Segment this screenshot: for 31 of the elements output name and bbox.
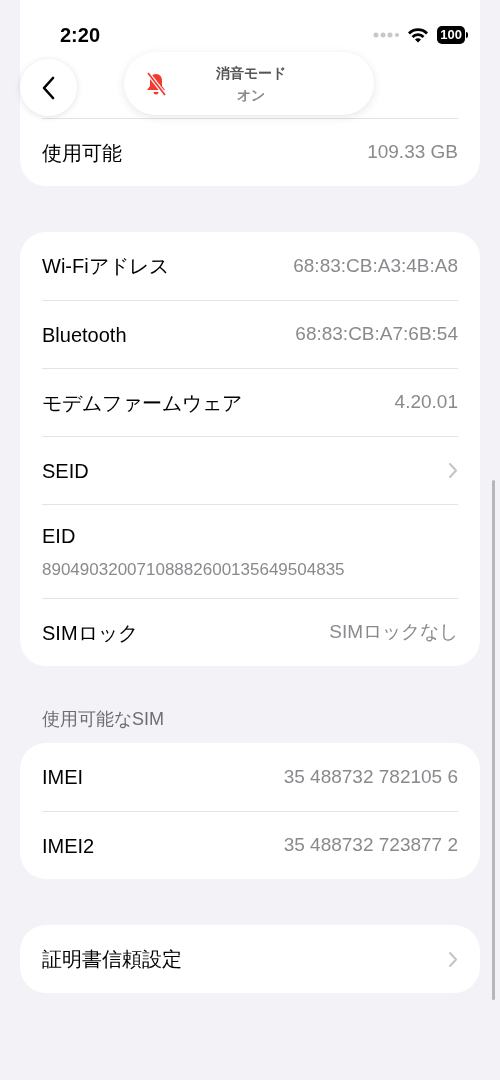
banner-title: 消音モード <box>216 63 286 83</box>
row-label: SIMロック <box>42 620 138 646</box>
back-icon <box>41 75 56 100</box>
row-label: SEID <box>42 458 89 484</box>
row-label: Bluetooth <box>42 322 127 348</box>
signal-icon <box>373 32 400 38</box>
row-value: SIMロックなし <box>329 620 458 645</box>
chevron-icon <box>448 950 458 968</box>
banner-state: オン <box>237 85 265 105</box>
row-value: 109.33 GB <box>367 140 458 165</box>
row-label: モデムファームウェア <box>42 390 242 416</box>
row-label: 証明書信頼設定 <box>42 947 182 972</box>
row-label: Wi-Fiアドレス <box>42 254 169 279</box>
row-label: IMEI2 <box>42 833 95 859</box>
row-label: IMEI <box>42 765 84 790</box>
wifi-icon <box>407 27 430 43</box>
row-value: 35 488732 782105 6 <box>283 764 458 789</box>
row-label: 使用可能 <box>42 140 122 166</box>
status-time: 2:20 <box>60 23 101 48</box>
row-value: 68:83:CB:A7:6B:54 <box>295 322 458 347</box>
section-header: 使用可能なSIM <box>42 709 164 729</box>
row-value: 4.20.01 <box>394 390 458 415</box>
row-label: EID <box>42 523 77 549</box>
bell-muted-icon <box>144 70 168 97</box>
list-row[interactable]: SEID <box>42 436 458 504</box>
row-value: 35 488732 723877 2 <box>283 833 458 858</box>
row-value: 68:83:CB:A3:4B:A8 <box>293 253 458 278</box>
row-value: 89049032007108882600135649504835 <box>42 558 346 581</box>
chevron-icon <box>448 462 458 479</box>
battery-level: 100 <box>437 26 465 44</box>
list-row[interactable]: 証明書信頼設定 <box>42 925 458 993</box>
